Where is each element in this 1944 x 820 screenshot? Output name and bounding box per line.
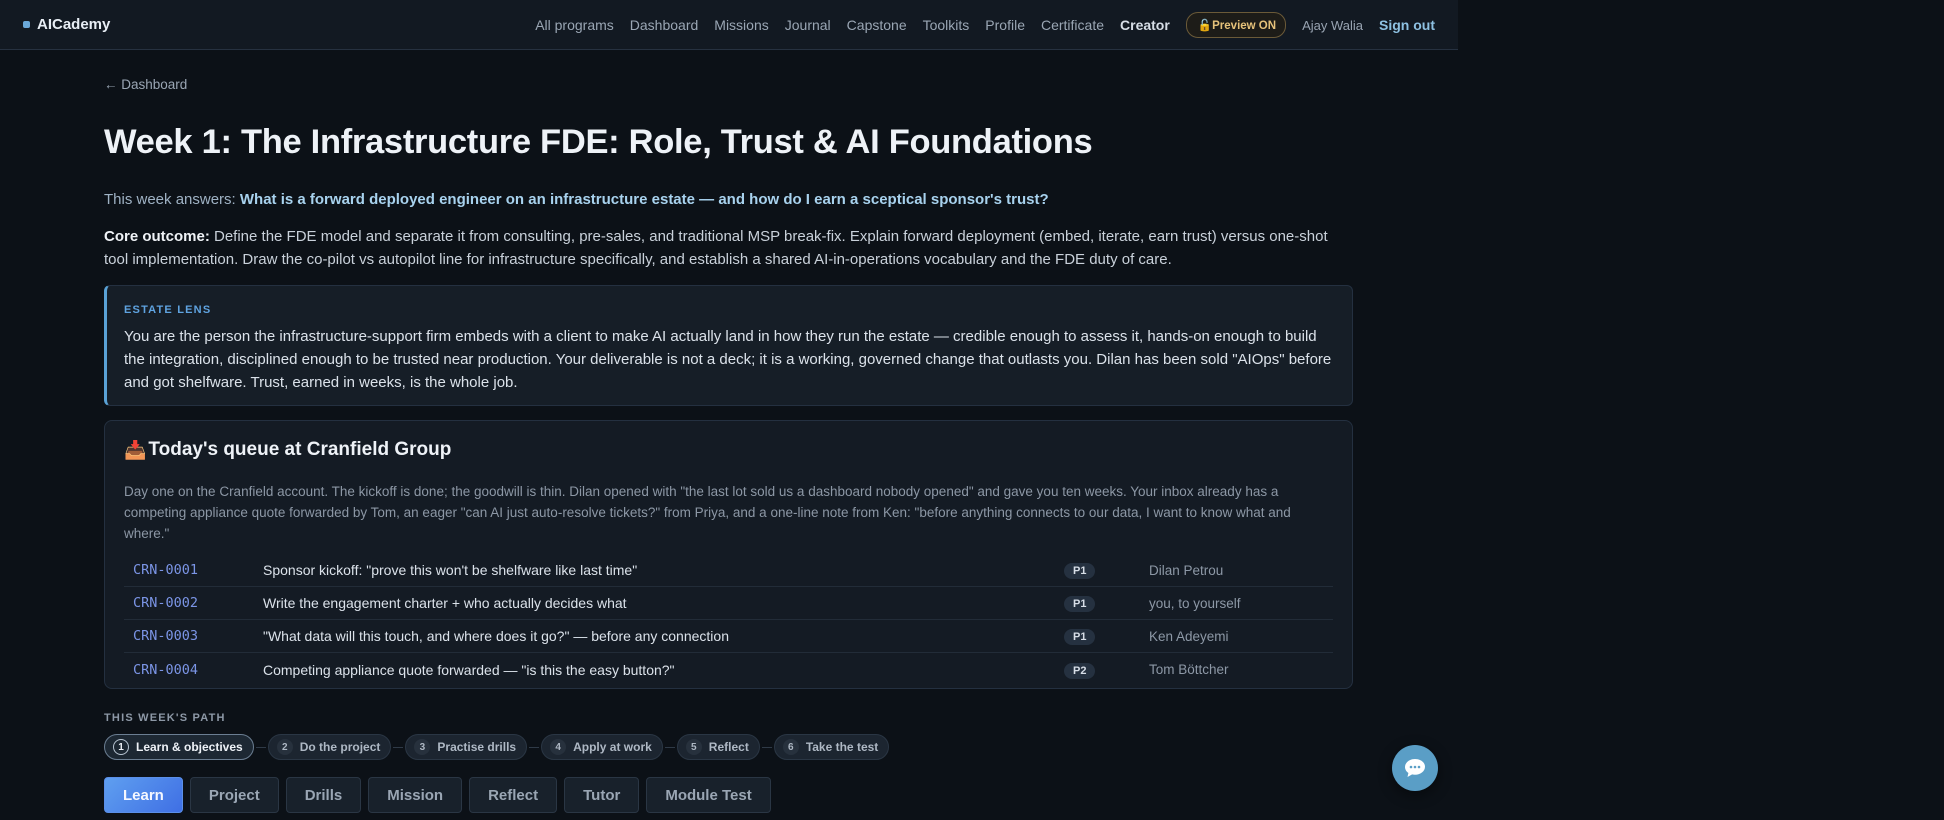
ticket-title: Sponsor kickoff: "prove this won't be sh… (263, 562, 638, 578)
core-outcome-text: Define the FDE model and separate it fro… (104, 228, 1328, 268)
nav-certificate[interactable]: Certificate (1041, 17, 1104, 33)
step-label: Practise drills (437, 740, 517, 754)
content-tabs: Learn Project Drills Mission Reflect Tut… (104, 777, 771, 813)
brand-logo[interactable]: AICademy (23, 16, 110, 33)
chat-bubble-icon (1405, 759, 1425, 777)
ticket-owner: Tom Böttcher (1149, 662, 1229, 677)
estate-lens-callout: ESTATE LENS You are the person the infra… (104, 285, 1353, 406)
path-step-reflect[interactable]: 5 Reflect (676, 734, 760, 760)
week-question-text: What is a forward deployed engineer on a… (239, 191, 1049, 208)
queue-row[interactable]: CRN-0004 Competing appliance quote forwa… (124, 653, 1333, 686)
core-outcome: Core outcome: Define the FDE model and s… (104, 225, 1354, 271)
queue-row[interactable]: CRN-0002 Write the engagement charter + … (124, 587, 1333, 620)
step-number: 4 (550, 739, 567, 755)
priority-badge: P1 (1064, 563, 1096, 579)
ticket-owner: Ken Adeyemi (1149, 628, 1229, 644)
ticket-priority: P1 (1064, 627, 1149, 645)
ticket-title: "What data will this touch, and where do… (263, 628, 729, 644)
nav-capstone[interactable]: Capstone (847, 17, 907, 33)
week-question: This week answers: What is a forward dep… (104, 191, 1354, 208)
ticket-owner: Dilan Petrou (1149, 562, 1224, 578)
estate-lens-text: You are the person the infrastructure-su… (124, 328, 1332, 391)
priority-badge: P2 (1064, 662, 1096, 679)
tab-project[interactable]: Project (189, 777, 279, 813)
ticket-title: Competing appliance quote forwarded — "i… (263, 661, 675, 678)
path-step-project[interactable]: 2 Do the project (267, 734, 392, 760)
sign-out-link[interactable]: Sign out (1379, 17, 1435, 33)
ticket-title: Write the engagement charter + who actua… (263, 595, 627, 611)
page-title: Week 1: The Infrastructure FDE: Role, Tr… (104, 123, 1093, 161)
top-navigation-bar: AICademy All programs Dashboard Missions… (0, 0, 1458, 50)
week-question-prefix: This week answers: (104, 191, 240, 208)
nav-profile[interactable]: Profile (985, 17, 1025, 33)
main-nav: All programs Dashboard Missions Journal … (535, 0, 1435, 50)
priority-badge: P1 (1064, 629, 1096, 645)
step-connector (761, 746, 772, 748)
step-number: 1 (113, 739, 129, 755)
ticket-id[interactable]: CRN-0004 (124, 662, 263, 678)
queue-row[interactable]: CRN-0001 Sponsor kickoff: "prove this wo… (124, 554, 1333, 587)
queue-intro: Day one on the Cranfield account. The ki… (124, 484, 1291, 541)
step-label: Do the project (299, 740, 381, 754)
tab-tutor[interactable]: Tutor (564, 777, 640, 813)
todays-queue-card: 📥 Today's queue at Cranfield Group Day o… (104, 420, 1353, 689)
step-number: 2 (276, 739, 293, 755)
step-number: 3 (414, 739, 431, 755)
nav-all-programs[interactable]: All programs (535, 17, 614, 33)
step-connector (393, 746, 404, 748)
tab-module-test[interactable]: Module Test (646, 777, 771, 813)
step-number: 5 (685, 739, 702, 755)
brand-square-icon (23, 21, 30, 28)
step-label: Apply at work (573, 740, 652, 754)
ticket-id[interactable]: CRN-0002 (124, 595, 263, 611)
queue-heading: 📥 Today's queue at Cranfield Group (124, 439, 1333, 461)
tab-mission[interactable]: Mission (368, 777, 463, 813)
nav-creator[interactable]: Creator (1120, 17, 1170, 33)
chat-button[interactable] (1392, 745, 1438, 791)
step-label: Take the test (805, 740, 879, 754)
week-path-steps: 1 Learn & objectives 2 Do the project 3 … (104, 734, 890, 760)
ticket-id[interactable]: CRN-0003 (124, 628, 263, 644)
priority-badge: P1 (1064, 596, 1096, 612)
nav-missions[interactable]: Missions (714, 17, 768, 33)
user-name: Ajay Walia (1302, 17, 1363, 33)
nav-toolkits[interactable]: Toolkits (923, 17, 970, 33)
step-label: Reflect (708, 740, 749, 754)
week-path-label: THIS WEEK'S PATH (104, 712, 226, 724)
ticket-owner: you, to yourself (1149, 595, 1241, 611)
tab-drills[interactable]: Drills (285, 777, 362, 813)
step-label: Learn & objectives (136, 740, 243, 754)
step-connector (664, 746, 675, 748)
ticket-id[interactable]: CRN-0001 (124, 562, 263, 578)
ticket-priority: P1 (1064, 561, 1149, 579)
path-step-drills[interactable]: 3 Practise drills (405, 734, 528, 760)
nav-dashboard[interactable]: Dashboard (630, 17, 699, 33)
core-outcome-label: Core outcome: (104, 228, 210, 245)
brand-name: AICademy (37, 16, 111, 33)
path-step-apply[interactable]: 4 Apply at work (541, 734, 663, 760)
path-step-test[interactable]: 6 Take the test (773, 734, 890, 760)
estate-lens-kicker: ESTATE LENS (124, 304, 212, 316)
queue-table: CRN-0001 Sponsor kickoff: "prove this wo… (124, 554, 1333, 686)
inbox-tray-icon: 📥 (124, 439, 147, 460)
back-to-dashboard-link[interactable]: ← Dashboard (104, 77, 187, 92)
preview-toggle-badge[interactable]: 🔓Preview ON (1185, 12, 1287, 38)
step-number: 6 (782, 739, 799, 755)
ticket-priority: P1 (1064, 594, 1149, 612)
step-connector (255, 746, 266, 748)
path-step-learn[interactable]: 1 Learn & objectives (104, 734, 254, 760)
tab-learn[interactable]: Learn (104, 777, 183, 813)
queue-row[interactable]: CRN-0003 "What data will this touch, and… (124, 620, 1333, 653)
nav-journal[interactable]: Journal (785, 17, 831, 33)
step-connector (529, 746, 540, 748)
ticket-priority: P2 (1064, 661, 1149, 679)
tab-reflect[interactable]: Reflect (469, 777, 558, 813)
queue-title: Today's queue at Cranfield Group (148, 439, 452, 460)
